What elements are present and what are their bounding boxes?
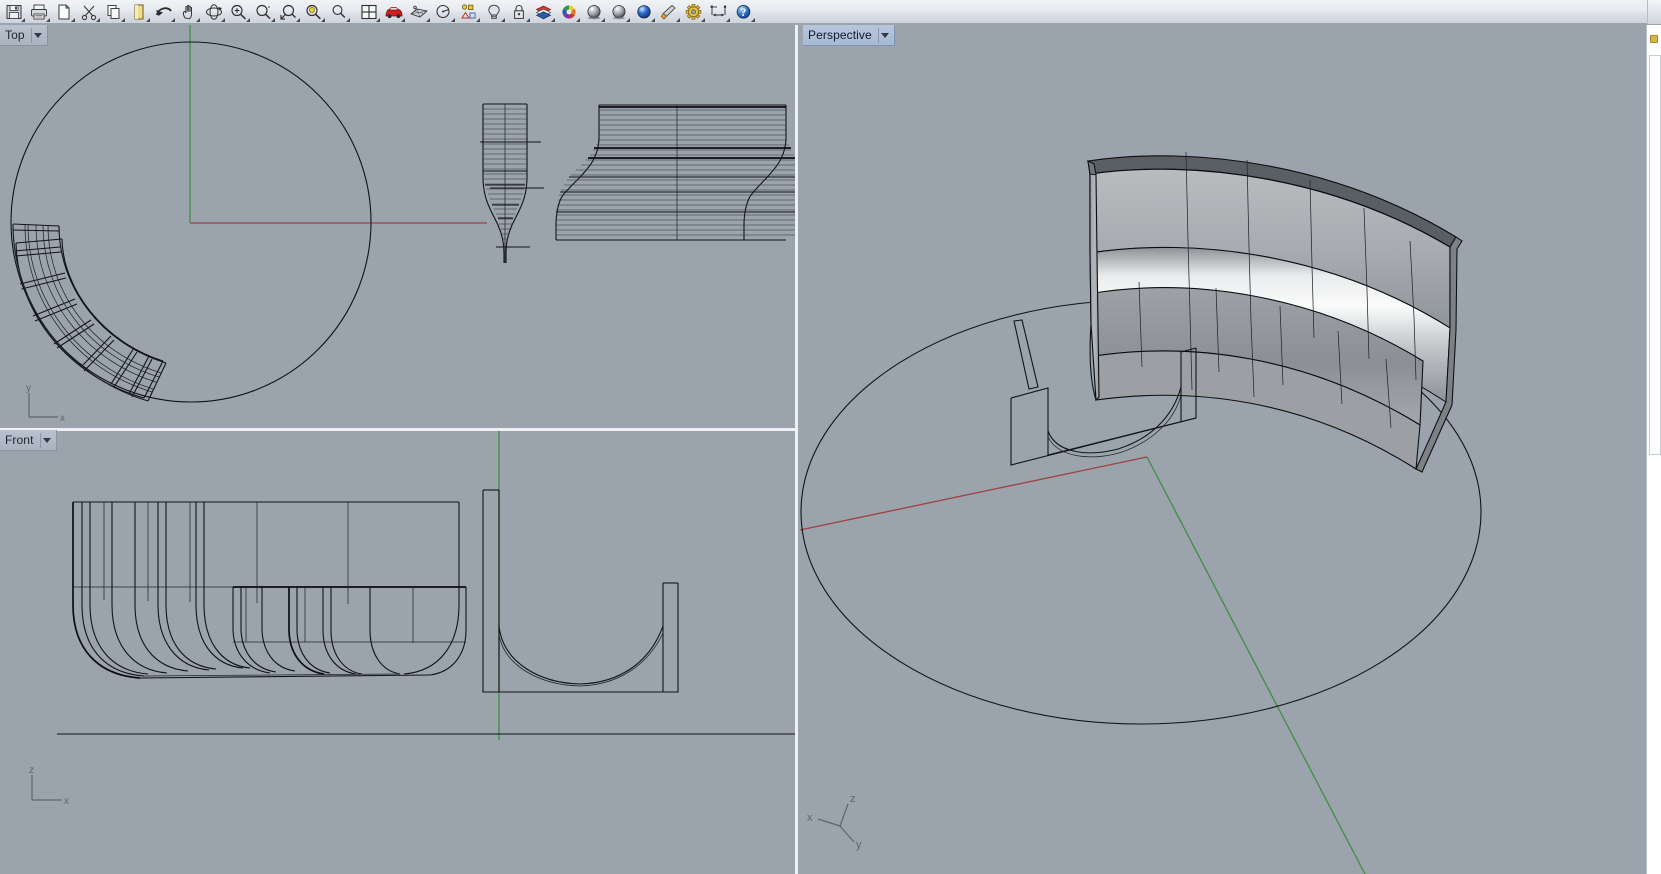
chevron-down-icon[interactable] xyxy=(39,432,54,448)
render-sphere-icon[interactable] xyxy=(606,0,631,23)
light-bulb-icon[interactable] xyxy=(481,0,506,23)
viewport-front[interactable]: Front z x xyxy=(0,430,795,874)
viewport-divider-horizontal[interactable] xyxy=(0,428,795,431)
viewport-front-canvas xyxy=(57,430,795,740)
viewport-title-front[interactable]: Front xyxy=(0,430,57,451)
cut-scissors-icon[interactable] xyxy=(76,0,101,23)
curved-rib-array-top xyxy=(12,223,167,402)
lock-icon[interactable] xyxy=(506,0,531,23)
toolbar-overflow-handle[interactable] xyxy=(1647,0,1661,24)
side-panel-strip[interactable] xyxy=(1649,55,1661,455)
zoom-selected-icon[interactable] xyxy=(301,0,326,23)
clock-gauge-icon[interactable] xyxy=(431,0,456,23)
wide-profile-stack-top xyxy=(555,104,795,241)
svg-text:x: x xyxy=(807,812,813,824)
shaded-curved-band-perspective xyxy=(1087,151,1463,473)
cplane-axes-top xyxy=(189,25,487,224)
side-panel-gutter[interactable] xyxy=(1646,25,1661,874)
surface-mesh-icon[interactable] xyxy=(406,0,431,23)
svg-text:x: x xyxy=(64,796,69,807)
axis-gizmo-front: z x xyxy=(22,763,74,809)
shade-sphere-icon[interactable] xyxy=(581,0,606,23)
paste-clipboard-icon[interactable] xyxy=(126,0,151,23)
viewport-label-perspective: Perspective xyxy=(808,27,872,42)
pan-hand-icon[interactable] xyxy=(176,0,201,23)
narrow-profile-stack-top xyxy=(480,103,544,263)
car-render-icon[interactable] xyxy=(381,0,406,23)
object-properties-icon[interactable] xyxy=(456,0,481,23)
svg-text:y: y xyxy=(856,839,862,851)
viewport-top[interactable]: Top y x xyxy=(0,25,795,428)
blue-sphere-icon[interactable] xyxy=(631,0,656,23)
save-icon[interactable] xyxy=(1,0,26,23)
nested-j-profiles-front xyxy=(72,501,467,679)
undo-arrow-icon[interactable] xyxy=(151,0,176,23)
new-file-icon[interactable] xyxy=(51,0,76,23)
zoom-extents-icon[interactable] xyxy=(276,0,301,23)
cplane-axes-perspective xyxy=(799,456,1366,874)
svg-text:?: ? xyxy=(741,7,747,19)
gear-settings-icon[interactable] xyxy=(681,0,706,23)
application-window: ? Top y x Front z x Perspective z x y xyxy=(0,0,1661,874)
viewport-title-perspective[interactable]: Perspective xyxy=(803,25,895,46)
viewport-top-canvas xyxy=(10,25,795,403)
zoom-window-icon[interactable] xyxy=(226,0,251,23)
axis-gizmo-perspective: z x y xyxy=(806,790,876,852)
svg-text:x: x xyxy=(60,413,65,424)
svg-text:y: y xyxy=(26,383,31,394)
viewport-label-front: Front xyxy=(5,432,34,447)
main-toolbar: ? xyxy=(0,0,1661,24)
panel-indicator-icon xyxy=(1650,35,1658,43)
chevron-down-icon[interactable] xyxy=(30,27,45,43)
chevron-down-icon[interactable] xyxy=(877,27,892,43)
help-question-icon[interactable]: ? xyxy=(731,0,756,23)
svg-text:z: z xyxy=(29,765,34,776)
zoom-dynamic-icon[interactable] xyxy=(251,0,276,23)
svg-text:z: z xyxy=(850,793,856,805)
copy-icon[interactable] xyxy=(101,0,126,23)
viewport-divider-vertical[interactable] xyxy=(795,25,798,874)
print-icon[interactable] xyxy=(26,0,51,23)
zoom-previous-icon[interactable] xyxy=(326,0,351,23)
paint-brush-icon[interactable] xyxy=(656,0,681,23)
dimension-icon[interactable] xyxy=(706,0,731,23)
color-wheel-icon[interactable] xyxy=(556,0,581,23)
viewport-perspective-canvas xyxy=(799,151,1482,874)
axis-gizmo-top: y x xyxy=(20,383,70,425)
base-circle-top xyxy=(10,41,372,403)
layers-stack-icon[interactable] xyxy=(531,0,556,23)
viewport-label-top: Top xyxy=(5,27,25,42)
four-view-grid-icon[interactable] xyxy=(356,0,381,23)
viewport-title-top[interactable]: Top xyxy=(0,25,48,46)
j-channel-profile-front xyxy=(482,489,679,693)
viewport-perspective[interactable]: Perspective z x y xyxy=(798,25,1646,874)
rotate-view-icon[interactable] xyxy=(201,0,226,23)
